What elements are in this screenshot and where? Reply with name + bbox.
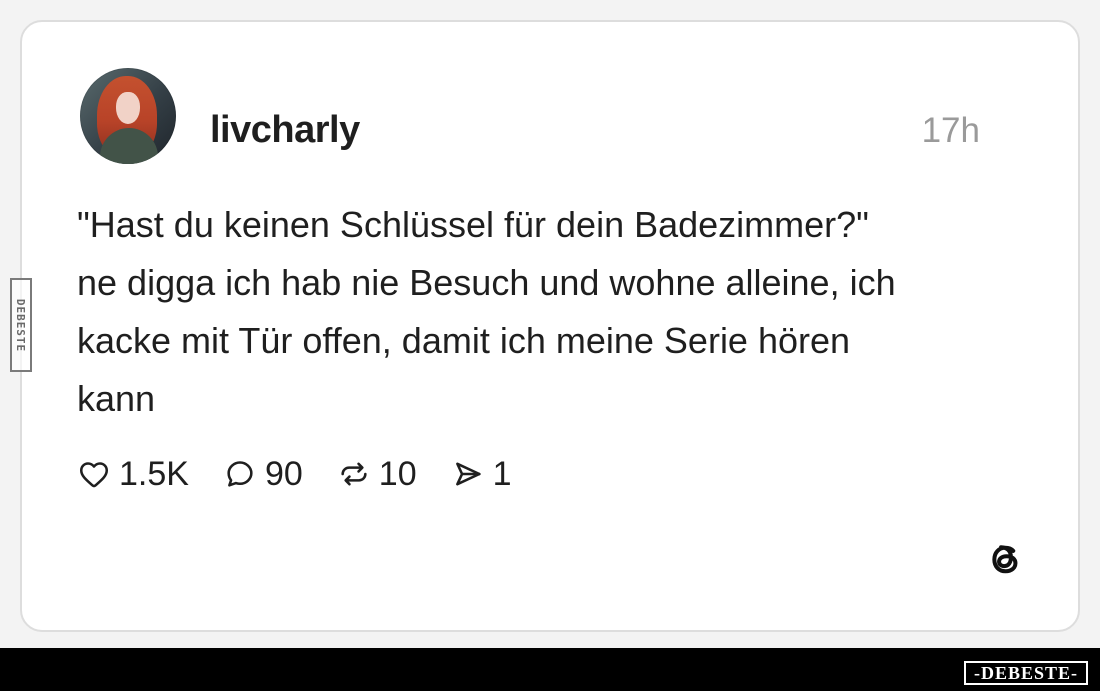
bottom-watermark: -DEBESTE- <box>963 661 1088 685</box>
share-action[interactable]: 1 <box>451 454 512 494</box>
share-count: 1 <box>492 455 512 493</box>
username[interactable]: livcharly <box>210 108 360 152</box>
speech-bubble-icon <box>227 461 253 487</box>
screenshot-page: livcharly 17h "Hast du keinen Schlüssel … <box>0 0 1100 691</box>
profile-avatar[interactable] <box>80 68 176 164</box>
repost-count: 10 <box>378 455 417 493</box>
post-timestamp: 17h <box>921 111 980 150</box>
avatar-face <box>116 92 140 124</box>
post-card: livcharly 17h "Hast du keinen Schlüssel … <box>20 20 1080 632</box>
post-text: "Hast du keinen Schlüssel für dein Badez… <box>77 204 896 419</box>
like-count: 1.5K <box>119 455 189 493</box>
repost-action[interactable]: 10 <box>337 454 417 494</box>
reply-action[interactable]: 90 <box>223 454 303 494</box>
side-watermark-text: DEBESTE <box>14 298 28 352</box>
reply-count: 90 <box>264 455 303 493</box>
like-action[interactable]: 1.5K <box>77 454 189 494</box>
post-actions: 1.5K 90 10 1 <box>77 452 546 496</box>
side-watermark: DEBESTE <box>10 278 32 372</box>
footer-bar <box>0 648 1100 691</box>
repost-icon <box>341 462 367 486</box>
paper-plane-icon <box>455 462 481 486</box>
threads-logo <box>992 545 1018 574</box>
heart-icon <box>79 462 109 488</box>
